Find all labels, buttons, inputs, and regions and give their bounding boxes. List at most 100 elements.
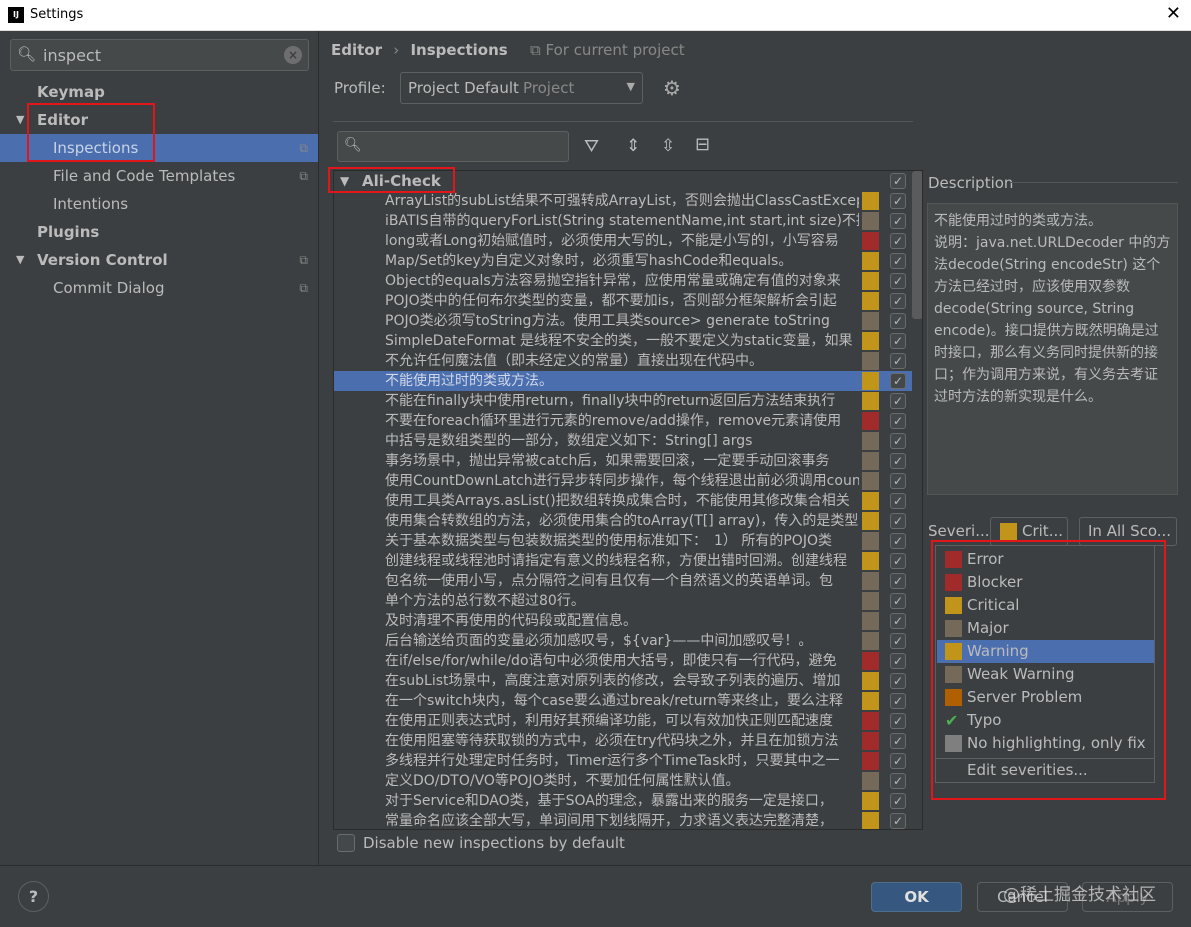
inspection-row[interactable]: 创建线程或线程池时请指定有意义的线程名称，方便出错时回溯。创建线程 ✓ [334,551,912,571]
inspection-row[interactable]: 对于Service和DAO类，基于SOA的理念，暴露出来的服务一定是接口， ✓ [334,791,912,811]
inspection-checkbox[interactable]: ✓ [890,573,906,589]
inspection-filter-input[interactable]: 🔍︎ [337,131,569,162]
inspection-checkbox[interactable]: ✓ [890,453,906,469]
inspection-row[interactable]: 事务场景中，抛出异常被catch后，如果需要回滚，一定要手动回滚事务 ✓ [334,451,912,471]
inspection-row[interactable]: 关于基本数据类型与包装数据类型的使用标准如下： 1） 所有的POJO类 ✓ [334,531,912,551]
inspection-checkbox[interactable]: ✓ [890,813,906,829]
inspection-row[interactable]: Map/Set的key为自定义对象时，必须重写hashCode和equals。 ✓ [334,251,912,271]
inspection-row[interactable]: 不能使用过时的类或方法。 ✓ [334,371,912,391]
inspection-row[interactable]: 中括号是数组类型的一部分，数组定义如下：String[] args ✓ [334,431,912,451]
inspection-row[interactable]: SimpleDateFormat 是线程不安全的类，一般不要定义为static变… [334,331,912,351]
inspection-row[interactable]: 不能在finally块中使用return，finally块中的return返回后… [334,391,912,411]
inspection-label: 使用集合转数组的方法，必须使用集合的toArray(T[] array)，传入的… [385,513,859,529]
sidebar-item-file-and-code-templates[interactable]: File and Code Templates ⧉ [0,162,318,190]
severity-critical-swatch [862,372,879,390]
inspection-row[interactable]: 多线程并行处理定时任务时，Timer运行多个TimeTask时，只要其中之一 ✓ [334,751,912,771]
inspection-row[interactable]: 在使用阻塞等待获取锁的方式中，必须在try代码块之外，并且在加锁方法 ✓ [334,731,912,751]
inspection-label: SimpleDateFormat 是线程不安全的类，一般不要定义为static变… [385,333,853,349]
inspection-row[interactable]: 在使用正则表达式时，利用好其预编译功能，可以有效加快正则匹配速度 ✓ [334,711,912,731]
inspection-checkbox[interactable]: ✓ [890,753,906,769]
inspection-row[interactable]: 使用CountDownLatch进行异步转同步操作，每个线程退出前必须调用cou… [334,471,912,491]
inspection-checkbox[interactable]: ✓ [890,533,906,549]
inspection-label: 事务场景中，抛出异常被catch后，如果需要回滚，一定要手动回滚事务 [385,453,830,469]
inspection-checkbox[interactable]: ✓ [890,733,906,749]
inspection-row[interactable]: long或者Long初始赋值时，必须使用大写的L，不能是小写的l，小写容易 ✓ [334,231,912,251]
sidebar-item-keymap[interactable]: Keymap [0,78,318,106]
scrollbar[interactable] [912,171,922,319]
inspection-row[interactable]: POJO类必须写toString方法。使用工具类source> generate… [334,311,912,331]
inspection-label: 不能使用过时的类或方法。 [385,373,553,389]
inspection-row[interactable]: 后台输送给页面的变量必须加感叹号，${var}——中间加感叹号！。 ✓ [334,631,912,651]
help-button[interactable]: ? [18,881,49,912]
breadcrumb-editor[interactable]: Editor [331,41,382,59]
inspection-checkbox[interactable]: ✓ [890,793,906,809]
inspection-checkbox[interactable]: ✓ [890,213,906,229]
inspection-checkbox[interactable]: ✓ [890,553,906,569]
scope-value: In All Sco... [1088,522,1172,540]
sidebar-item-intentions[interactable]: Intentions [0,190,318,218]
inspection-checkbox[interactable]: ✓ [890,373,906,389]
inspection-checkbox[interactable]: ✓ [890,273,906,289]
inspection-row[interactable]: 常量命名应该全部大写，单词间用下划线隔开，力求语义表达完整清楚， ✓ [334,811,912,829]
inspection-checkbox[interactable]: ✓ [890,353,906,369]
inspection-checkbox[interactable]: ✓ [890,313,906,329]
severity-critical-swatch [862,192,879,210]
profile-dropdown[interactable]: Project Default Project ▼ [400,72,643,104]
inspection-row[interactable]: 不允许任何魔法值（即未经定义的常量）直接出现在代码中。 ✓ [334,351,912,371]
inspection-checkbox[interactable]: ✓ [890,633,906,649]
inspection-checkbox[interactable]: ✓ [890,653,906,669]
collapse-all-icon[interactable]: ⇳ [661,136,675,156]
sidebar-item-label: Intentions [53,195,129,213]
inspection-checkbox[interactable]: ✓ [890,473,906,489]
inspection-row[interactable]: POJO类中的任何布尔类型的变量，都不要加is，否则部分框架解析会引起 ✓ [334,291,912,311]
inspection-checkbox[interactable]: ✓ [890,393,906,409]
inspection-checkbox[interactable]: ✓ [890,713,906,729]
inspection-row[interactable]: 单个方法的总行数不超过80行。 ✓ [334,591,912,611]
inspection-label: 不能在finally块中使用return，finally块中的return返回后… [385,393,836,409]
inspection-checkbox[interactable]: ✓ [890,253,906,269]
inspection-row[interactable]: ArrayList的subList结果不可强转成ArrayList，否则会抛出C… [334,191,912,211]
inspection-checkbox[interactable]: ✓ [890,673,906,689]
inspection-checkbox[interactable]: ✓ [890,593,906,609]
inspection-row[interactable]: 在if/else/for/while/do语句中必须使用大括号，即使只有一行代码… [334,651,912,671]
expand-arrow-icon[interactable]: ▼ [16,246,24,274]
sidebar-item-label: File and Code Templates [53,167,236,185]
inspection-checkbox[interactable]: ✓ [890,413,906,429]
filter-icon[interactable]: ⛛ [584,136,599,157]
inspection-checkbox[interactable]: ✓ [890,433,906,449]
disable-new-checkbox[interactable] [337,834,355,852]
inspection-checkbox[interactable]: ✓ [890,513,906,529]
sidebar-item-commit-dialog[interactable]: Commit Dialog ⧉ [0,274,318,302]
inspection-checkbox[interactable]: ✓ [890,613,906,629]
inspection-row[interactable]: 使用集合转数组的方法，必须使用集合的toArray(T[] array)，传入的… [334,511,912,531]
inspection-row[interactable]: 不要在foreach循环里进行元素的remove/add操作，remove元素请… [334,411,912,431]
inspection-checkbox[interactable]: ✓ [890,493,906,509]
reset-icon[interactable]: ⊟ [695,134,710,155]
clear-search-icon[interactable]: × [284,46,302,64]
inspection-row[interactable]: Object的equals方法容易抛空指针异常，应使用常量或确定有值的对象来 ✓ [334,271,912,291]
inspection-checkbox[interactable]: ✓ [890,293,906,309]
sidebar-item-version-control[interactable]: ▼ Version Control ⧉ [0,246,318,274]
inspection-checkbox[interactable]: ✓ [890,773,906,789]
inspection-row[interactable]: 定义DO/DTO/VO等POJO类时，不要加任何属性默认值。 ✓ [334,771,912,791]
inspection-row[interactable]: iBATIS自带的queryForList(String statementNa… [334,211,912,231]
inspection-row[interactable]: 包名统一使用小写，点分隔符之间有且仅有一个自然语义的英语单词。包 ✓ [334,571,912,591]
inspection-row[interactable]: 使用工具类Arrays.asList()把数组转换成集合时，不能使用其修改集合相… [334,491,912,511]
inspection-row[interactable]: 在subList场景中，高度注意对原列表的修改，会导致子列表的遍历、增加 ✓ [334,671,912,691]
inspection-checkbox[interactable]: ✓ [890,193,906,209]
ok-button[interactable]: OK [871,882,962,912]
severity-critical-swatch [862,552,879,570]
settings-search-input[interactable]: 🔍︎ inspect × [10,39,309,71]
close-button[interactable]: ✕ [1166,3,1181,24]
project-scope-icon: ⧉ [299,281,308,295]
expand-all-icon[interactable]: ⇕ [626,136,640,156]
inspection-checkbox[interactable]: ✓ [890,333,906,349]
group-checkbox[interactable]: ✓ [890,173,906,189]
expand-arrow-icon[interactable]: ▼ [16,106,24,134]
gear-icon[interactable]: ⚙ [663,76,681,100]
sidebar-item-plugins[interactable]: Plugins [0,218,318,246]
inspection-row[interactable]: 及时清理不再使用的代码段或配置信息。 ✓ [334,611,912,631]
inspection-row[interactable]: 在一个switch块内，每个case要么通过break/return等来终止，要… [334,691,912,711]
inspection-checkbox[interactable]: ✓ [890,693,906,709]
inspection-checkbox[interactable]: ✓ [890,233,906,249]
